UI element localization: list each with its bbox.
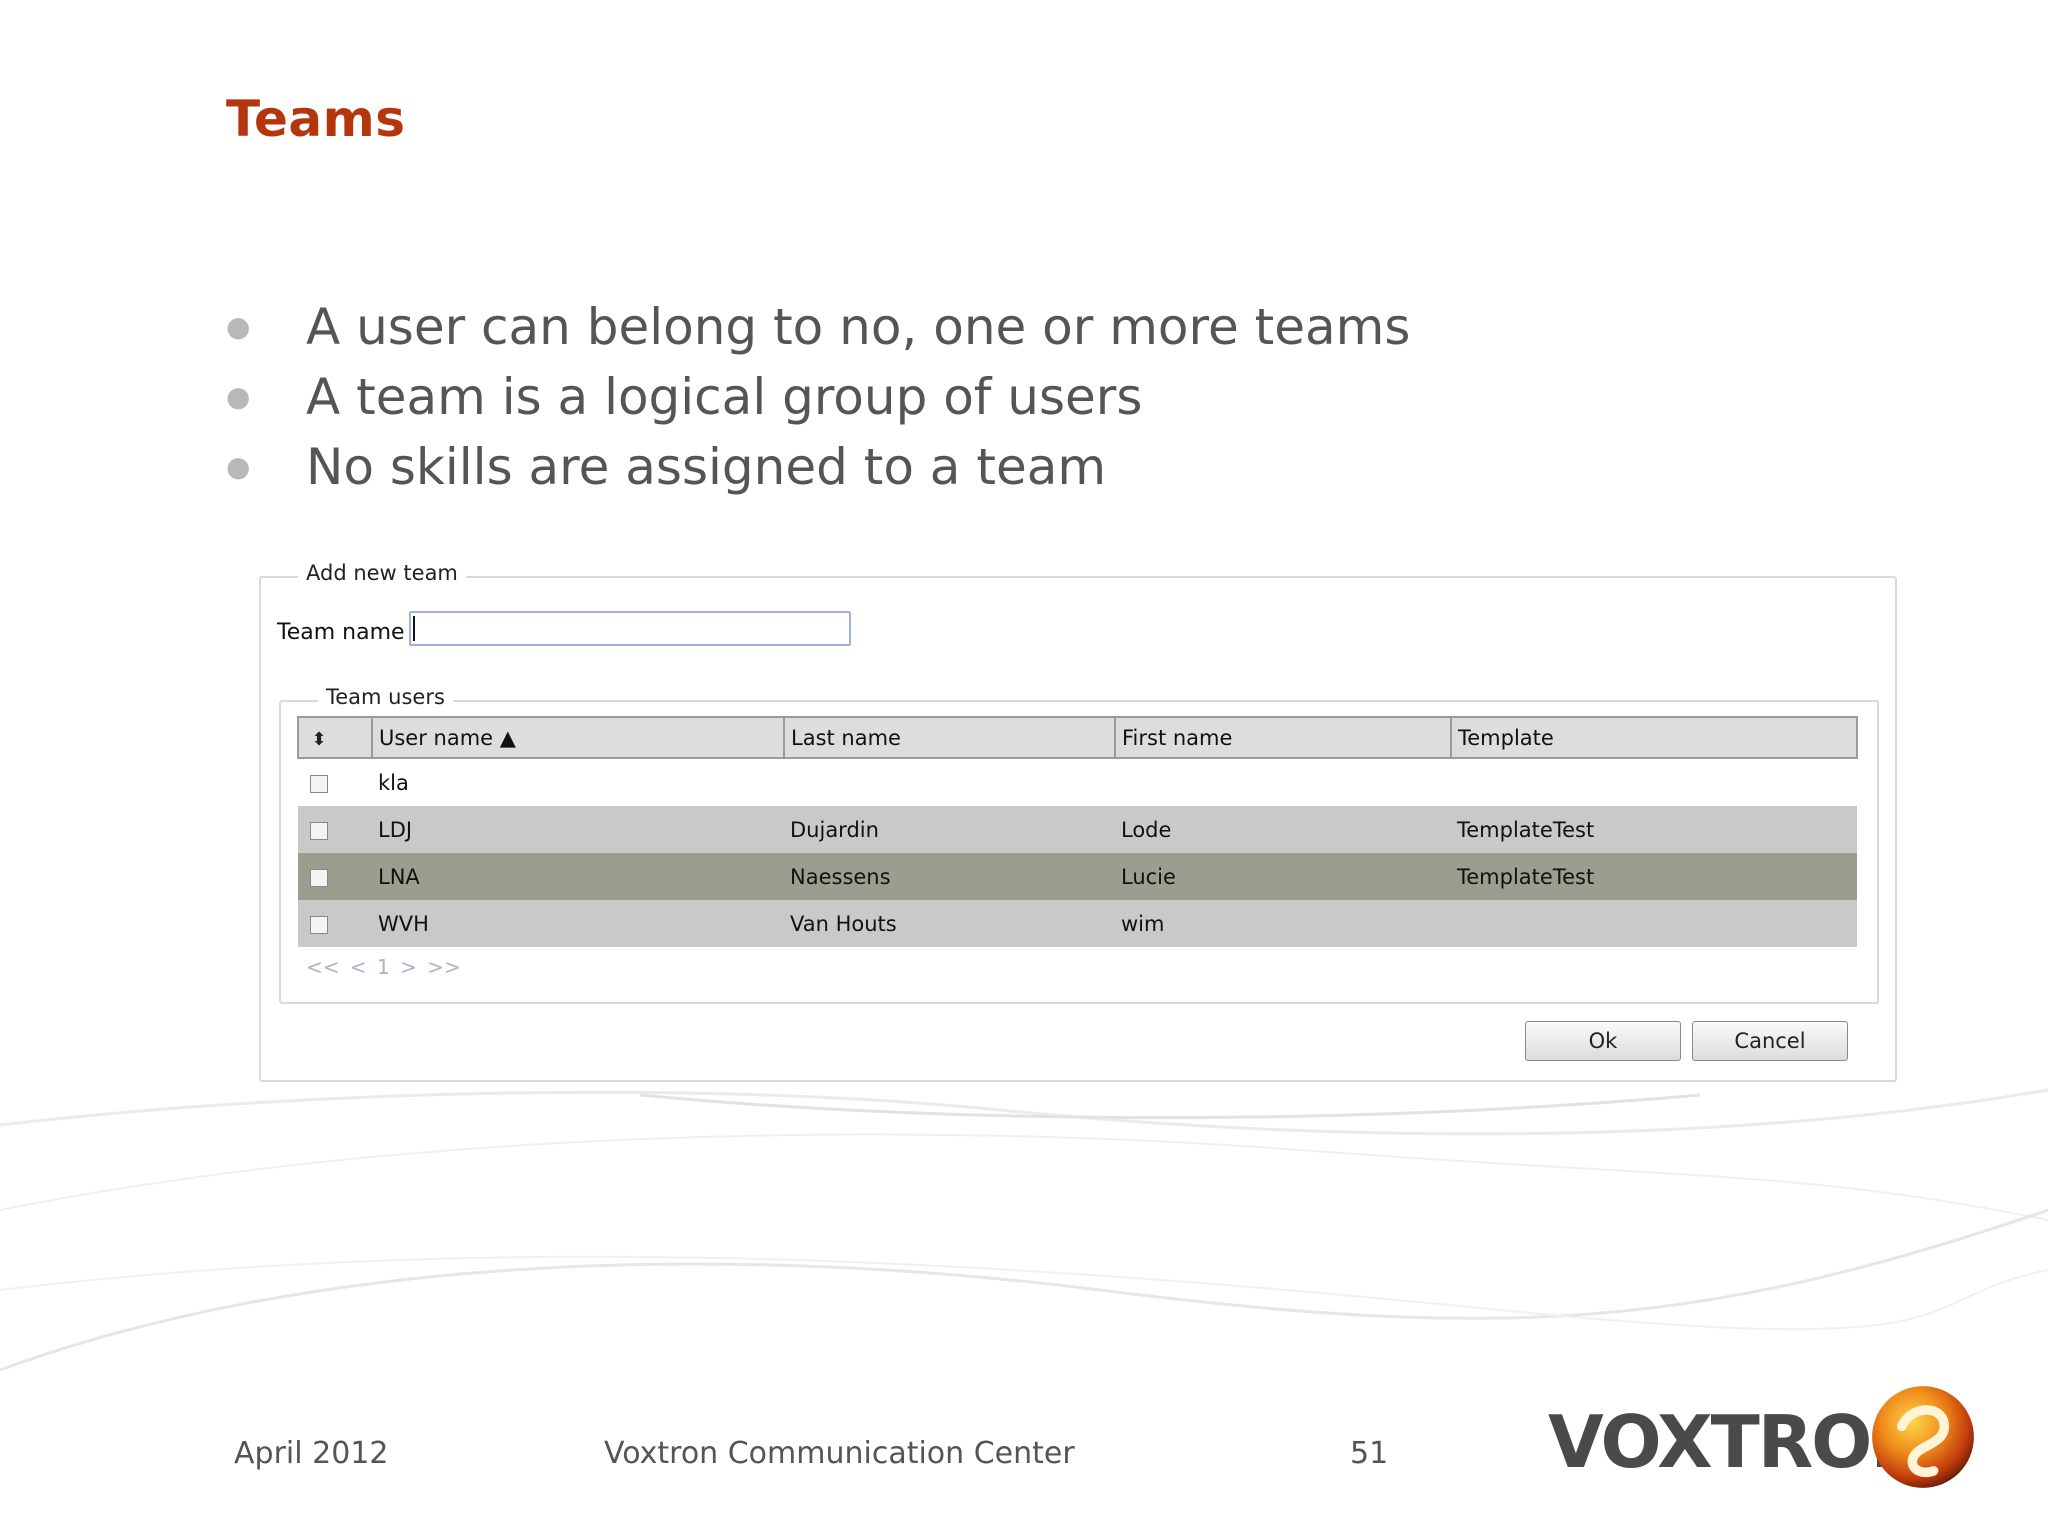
cell-template: TemplateTest [1451, 853, 1857, 900]
team-name-label: Team name [277, 620, 405, 645]
bullet-item: ● A team is a logical group of users [226, 362, 1410, 432]
add-team-legend: Add new team [298, 561, 466, 585]
logo-sphere-icon [1872, 1386, 1974, 1488]
cell-last-name [784, 758, 1115, 806]
column-header-template[interactable]: Template [1450, 716, 1858, 759]
cell-first-name: wim [1115, 900, 1451, 947]
column-header-user-name[interactable]: User name ▲ [371, 716, 785, 759]
cell-template [1451, 758, 1857, 806]
column-header-first-name[interactable]: First name [1114, 716, 1452, 759]
row-checkbox-cell [298, 806, 372, 853]
table-row-selected[interactable]: LNA Naessens Lucie TemplateTest [298, 853, 1857, 900]
cancel-button[interactable]: Cancel [1692, 1021, 1848, 1061]
text-cursor [413, 616, 415, 641]
bullet-text: No skills are assigned to a team [306, 438, 1107, 496]
table-row[interactable]: kla [298, 758, 1857, 806]
bullet-icon: ● [226, 380, 251, 413]
row-checkbox-cell [298, 758, 372, 806]
row-checkbox[interactable] [310, 868, 328, 887]
bullet-icon: ● [226, 310, 251, 343]
cell-user-name: LDJ [372, 806, 784, 853]
table-header-row: ⬍ User name ▲ Last name First name Templ… [297, 716, 1858, 759]
pagination[interactable]: << < 1 > >> [306, 955, 461, 979]
cell-template: TemplateTest [1451, 806, 1857, 853]
page-number: 51 [1350, 1436, 1389, 1471]
team-users-table: ⬍ User name ▲ Last name First name Templ… [297, 716, 1858, 947]
row-checkbox[interactable] [310, 821, 328, 840]
cell-first-name: Lucie [1115, 853, 1451, 900]
bullet-text: A user can belong to no, one or more tea… [306, 298, 1411, 356]
bullet-icon: ● [226, 450, 251, 483]
cell-user-name: WVH [372, 900, 784, 947]
slide: Teams ● A user can belong to no, one or … [0, 0, 2048, 1536]
slide-title: Teams [226, 90, 406, 148]
row-checkbox-cell [298, 853, 372, 900]
footer-date: April 2012 [234, 1436, 389, 1471]
column-header-last-name[interactable]: Last name [783, 716, 1116, 759]
team-users-legend: Team users [318, 685, 453, 709]
row-checkbox[interactable] [310, 915, 328, 934]
cell-last-name: Van Houts [784, 900, 1115, 947]
ok-button[interactable]: Ok [1525, 1021, 1681, 1061]
select-all-header[interactable]: ⬍ [297, 716, 373, 759]
cell-template [1451, 900, 1857, 947]
bullet-item: ● No skills are assigned to a team [226, 432, 1410, 502]
cell-user-name: LNA [372, 853, 784, 900]
cell-last-name: Dujardin [784, 806, 1115, 853]
sort-toggle-icon[interactable]: ⬍ [309, 729, 329, 750]
bullet-item: ● A user can belong to no, one or more t… [226, 292, 1410, 362]
cell-first-name: Lode [1115, 806, 1451, 853]
footer-center-text: Voxtron Communication Center [604, 1436, 1075, 1471]
table-row[interactable]: WVH Van Houts wim [298, 900, 1857, 947]
cell-last-name: Naessens [784, 853, 1115, 900]
row-checkbox-cell [298, 900, 372, 947]
team-name-input[interactable] [409, 611, 851, 646]
bullet-text: A team is a logical group of users [306, 368, 1143, 426]
row-checkbox[interactable] [310, 774, 328, 793]
bullet-list: ● A user can belong to no, one or more t… [226, 292, 1410, 502]
cell-user-name: kla [372, 758, 784, 806]
table-row[interactable]: LDJ Dujardin Lode TemplateTest [298, 806, 1857, 853]
cell-first-name [1115, 758, 1451, 806]
